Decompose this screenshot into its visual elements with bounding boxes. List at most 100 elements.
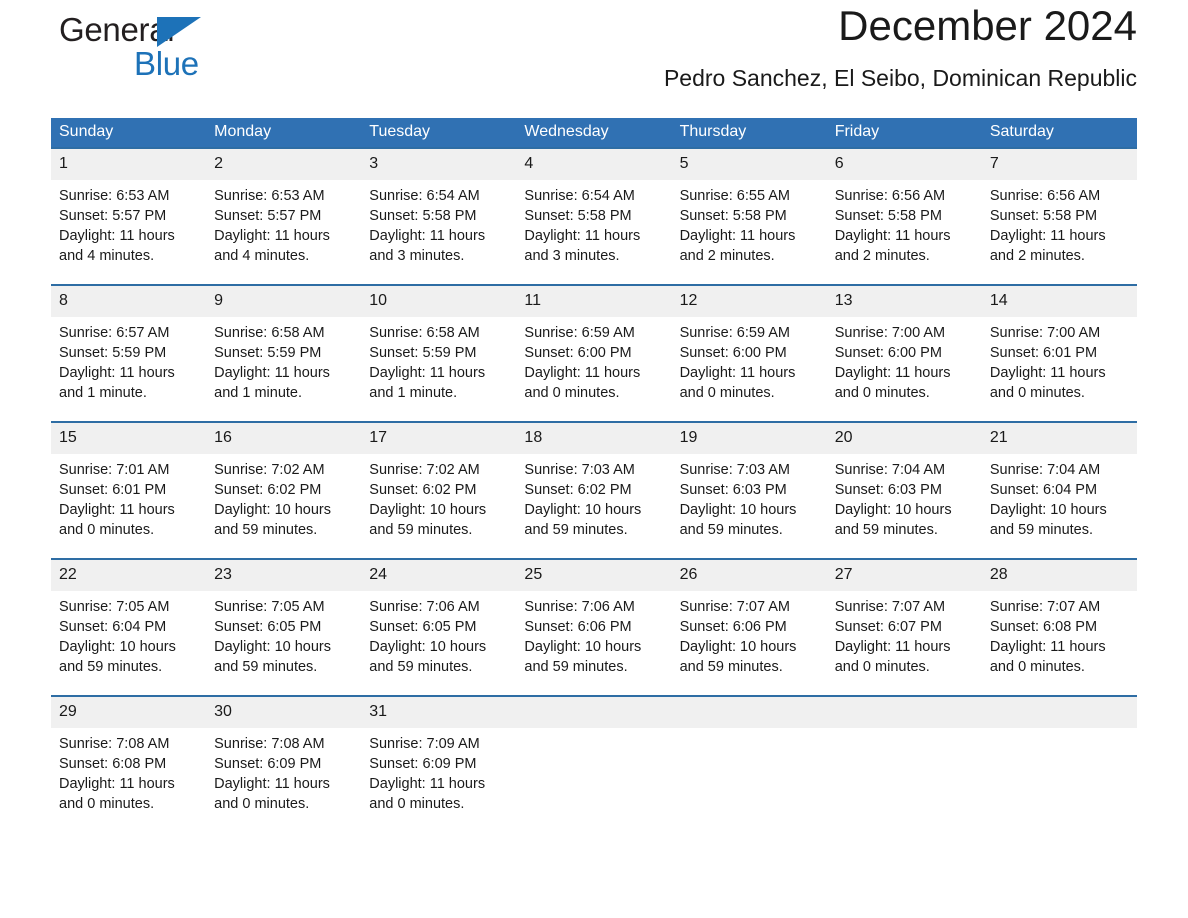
daylight-duration-line1: Daylight: 11 hours (59, 776, 175, 792)
calendar-day-cell[interactable]: 2 Sunrise: 6:53 AM Sunset: 5:57 PM Daylight… (206, 147, 362, 285)
sunrise-time: Sunrise: 7:06 AM (524, 599, 635, 615)
calendar-day-cell[interactable]: 18 Sunrise: 7:03 AM Sunset: 6:02 PM Dayligh… (516, 421, 672, 559)
day-number: 27 (826, 560, 982, 591)
daylight-duration-line2: and 0 minutes. (59, 522, 155, 538)
sunset-time: Sunset: 6:02 PM (369, 482, 477, 498)
sunset-time: Sunset: 5:57 PM (59, 208, 167, 224)
daylight-duration-line2: and 59 minutes. (989, 522, 1094, 538)
daylight-duration-line1: Daylight: 10 hours (369, 502, 487, 518)
calendar-day-cell[interactable]: 26 Sunrise: 7:07 AM Sunset: 6:06 PM Dayligh… (671, 558, 827, 696)
day-number: 19 (671, 423, 827, 454)
calendar-week-row: 15 Sunrise: 7:01 AM Sunset: 6:01 PM Dayligh… (51, 421, 1137, 559)
day-number: 25 (516, 560, 672, 591)
calendar-day-cell[interactable]: 19 Sunrise: 7:03 AM Sunset: 6:03 PM Dayligh… (671, 421, 827, 559)
calendar-day-cell[interactable]: 24 Sunrise: 7:06 AM Sunset: 6:05 PM Dayligh… (361, 558, 517, 696)
calendar-day-cell[interactable]: 9 Sunrise: 6:58 AM Sunset: 5:59 PM Daylight… (206, 284, 362, 422)
day-details: Sunrise: 7:06 AM Sunset: 6:05 PM Daylight:… (361, 591, 516, 677)
daylight-duration-line2: and 59 minutes. (369, 659, 473, 675)
calendar-day-cell[interactable]: 20 Sunrise: 7:04 AM Sunset: 6:03 PM Dayligh… (826, 421, 982, 559)
calendar-day-cell[interactable]: 13 Sunrise: 7:00 AM Sunset: 6:00 PM Dayligh… (826, 284, 982, 422)
generalblue-logo[interactable]: General Blue (59, 12, 309, 92)
calendar-day-cell[interactable]: 5 Sunrise: 6:55 AM Sunset: 5:58 PM Daylight… (671, 147, 827, 285)
calendar-day-cell[interactable]: 29 Sunrise: 7:08 AM Sunset: 6:08 PM Dayligh… (51, 695, 207, 832)
sunrise-time: Sunrise: 7:08 AM (214, 736, 325, 752)
daylight-duration-line1: Daylight: 10 hours (214, 639, 332, 655)
daylight-duration-line2: and 59 minutes. (214, 522, 318, 538)
sunset-time: Sunset: 5:58 PM (834, 208, 942, 224)
sunset-time: Sunset: 6:00 PM (834, 345, 942, 361)
daylight-duration-line1: Daylight: 11 hours (524, 228, 641, 244)
sunrise-time: Sunrise: 7:08 AM (59, 736, 170, 752)
sunset-time: Sunset: 6:09 PM (369, 756, 477, 772)
daylight-duration-line2: and 3 minutes. (369, 248, 465, 264)
day-details: Sunrise: 7:07 AM Sunset: 6:07 PM Daylight:… (827, 591, 982, 677)
day-number (671, 697, 827, 728)
daylight-duration-line1: Daylight: 11 hours (524, 365, 641, 381)
day-number: 20 (826, 423, 982, 454)
calendar-day-cell[interactable]: 27 Sunrise: 7:07 AM Sunset: 6:07 PM Dayligh… (826, 558, 982, 696)
day-number: 10 (361, 286, 517, 317)
day-details: Sunrise: 6:54 AM Sunset: 5:58 PM Daylight:… (361, 180, 516, 266)
daylight-duration-line1: Daylight: 10 hours (989, 502, 1107, 518)
calendar-day-cell[interactable]: 25 Sunrise: 7:06 AM Sunset: 6:06 PM Dayligh… (516, 558, 672, 696)
calendar-day-cell[interactable]: 12 Sunrise: 6:59 AM Sunset: 6:00 PM Dayligh… (671, 284, 827, 422)
day-number: 29 (51, 697, 207, 728)
day-number: 3 (361, 149, 517, 180)
day-details: Sunrise: 7:01 AM Sunset: 6:01 PM Daylight:… (51, 454, 206, 540)
calendar-day-cell[interactable]: 4 Sunrise: 6:54 AM Sunset: 5:58 PM Daylight… (516, 147, 672, 285)
calendar-day-cell[interactable]: 22 Sunrise: 7:05 AM Sunset: 6:04 PM Dayligh… (51, 558, 207, 696)
daylight-duration-line1: Daylight: 10 hours (834, 502, 952, 518)
sunrise-time: Sunrise: 6:53 AM (214, 188, 325, 204)
calendar-day-cell[interactable]: 30 Sunrise: 7:08 AM Sunset: 6:09 PM Dayligh… (206, 695, 362, 832)
day-details: Sunrise: 7:07 AM Sunset: 6:08 PM Daylight:… (982, 591, 1137, 677)
daylight-duration-line1: Daylight: 11 hours (59, 365, 175, 381)
title-block: December 2024 Pedro Sanchez, El Seibo, D… (664, 0, 1137, 94)
daylight-duration-line2: and 0 minutes. (989, 659, 1085, 675)
daylight-duration-line1: Daylight: 11 hours (59, 228, 175, 244)
sunrise-time: Sunrise: 6:54 AM (369, 188, 480, 204)
daylight-duration-line1: Daylight: 11 hours (834, 639, 951, 655)
calendar-day-cell[interactable]: 15 Sunrise: 7:01 AM Sunset: 6:01 PM Dayligh… (51, 421, 207, 559)
daylight-duration-line2: and 4 minutes. (59, 248, 155, 264)
calendar-day-cell[interactable]: 17 Sunrise: 7:02 AM Sunset: 6:02 PM Dayligh… (361, 421, 517, 559)
calendar-day-cell[interactable]: 16 Sunrise: 7:02 AM Sunset: 6:02 PM Dayligh… (206, 421, 362, 559)
sunset-time: Sunset: 6:06 PM (679, 619, 787, 635)
daylight-duration-line2: and 4 minutes. (214, 248, 310, 264)
sunset-time: Sunset: 6:08 PM (989, 619, 1098, 635)
calendar-day-cell[interactable]: 8 Sunrise: 6:57 AM Sunset: 5:59 PM Daylight… (51, 284, 207, 422)
day-number: 12 (671, 286, 827, 317)
calendar-day-cell[interactable]: 3 Sunrise: 6:54 AM Sunset: 5:58 PM Daylight… (361, 147, 517, 285)
day-details: Sunrise: 6:59 AM Sunset: 6:00 PM Daylight:… (672, 317, 827, 403)
daylight-duration-line2: and 59 minutes. (679, 522, 783, 538)
daylight-duration-line1: Daylight: 11 hours (834, 228, 951, 244)
calendar-day-cell[interactable]: 6 Sunrise: 6:56 AM Sunset: 5:58 PM Daylight… (826, 147, 982, 285)
calendar-day-cell[interactable]: 21 Sunrise: 7:04 AM Sunset: 6:04 PM Dayligh… (981, 421, 1137, 559)
calendar-day-cell[interactable]: 7 Sunrise: 6:56 AM Sunset: 5:58 PM Daylight… (981, 147, 1137, 285)
daylight-duration-line1: Daylight: 10 hours (679, 639, 797, 655)
daylight-duration-line1: Daylight: 11 hours (214, 228, 330, 244)
sunset-time: Sunset: 6:04 PM (989, 482, 1098, 498)
calendar-day-cell[interactable]: 14 Sunrise: 7:00 AM Sunset: 6:01 PM Dayligh… (981, 284, 1137, 422)
sunset-time: Sunset: 5:57 PM (214, 208, 322, 224)
sunset-time: Sunset: 6:03 PM (834, 482, 942, 498)
daylight-duration-line1: Daylight: 10 hours (214, 502, 332, 518)
day-details: Sunrise: 7:03 AM Sunset: 6:02 PM Daylight:… (516, 454, 671, 540)
sunrise-time: Sunrise: 6:58 AM (214, 325, 325, 341)
calendar-day-cell[interactable]: 31 Sunrise: 7:09 AM Sunset: 6:09 PM Dayligh… (361, 695, 517, 832)
daylight-duration-line1: Daylight: 11 hours (989, 365, 1106, 381)
day-details: Sunrise: 7:04 AM Sunset: 6:04 PM Daylight:… (982, 454, 1137, 540)
sunrise-time: Sunrise: 6:54 AM (524, 188, 635, 204)
day-details: Sunrise: 7:08 AM Sunset: 6:09 PM Daylight:… (206, 728, 361, 814)
calendar-day-cell[interactable]: 23 Sunrise: 7:05 AM Sunset: 6:05 PM Dayligh… (206, 558, 362, 696)
calendar-day-cell[interactable]: 1 Sunrise: 6:53 AM Sunset: 5:57 PM Daylight… (51, 147, 207, 285)
calendar-day-cell[interactable]: 28 Sunrise: 7:07 AM Sunset: 6:08 PM Dayligh… (981, 558, 1137, 696)
sunrise-time: Sunrise: 7:09 AM (369, 736, 480, 752)
day-details: Sunrise: 7:00 AM Sunset: 6:00 PM Daylight:… (827, 317, 982, 403)
calendar-day-cell[interactable]: 11 Sunrise: 6:59 AM Sunset: 6:00 PM Dayligh… (516, 284, 672, 422)
calendar-week-row: 22 Sunrise: 7:05 AM Sunset: 6:04 PM Dayligh… (51, 558, 1137, 696)
sunset-time: Sunset: 6:02 PM (524, 482, 632, 498)
day-details: Sunrise: 7:05 AM Sunset: 6:05 PM Daylight:… (206, 591, 361, 677)
calendar-day-cell[interactable]: 10 Sunrise: 6:58 AM Sunset: 5:59 PM Dayligh… (361, 284, 517, 422)
sunset-time: Sunset: 6:05 PM (369, 619, 477, 635)
sunset-time: Sunset: 6:08 PM (59, 756, 167, 772)
